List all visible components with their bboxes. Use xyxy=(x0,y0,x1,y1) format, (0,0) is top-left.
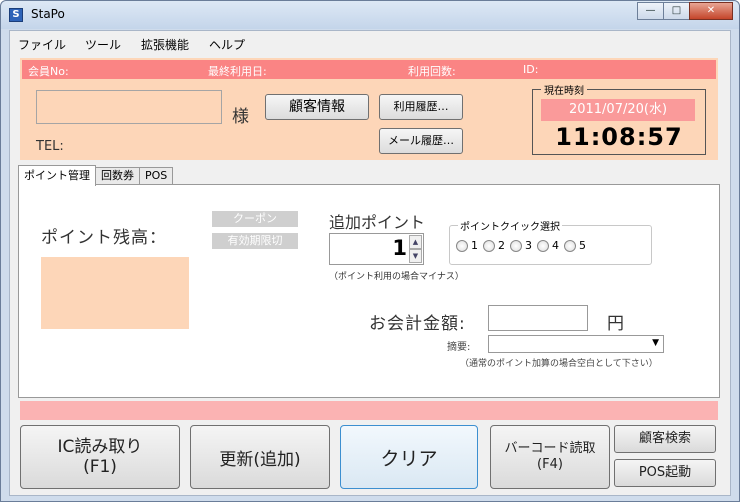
menu-tools[interactable]: ツール xyxy=(85,36,121,53)
stepper-up-icon[interactable]: ▲ xyxy=(409,235,422,249)
quick-select-options: 1 2 3 4 5 xyxy=(456,239,591,252)
quick-option-label: 3 xyxy=(525,239,532,252)
menu-extensions[interactable]: 拡張機能 xyxy=(141,36,189,53)
clear-button[interactable]: クリア xyxy=(340,425,478,489)
quick-option-label: 1 xyxy=(471,239,478,252)
customer-search-button[interactable]: 顧客検索 xyxy=(614,425,716,453)
mail-history-button[interactable]: メール履歴… xyxy=(379,128,463,154)
status-bar xyxy=(20,401,718,420)
usage-history-button[interactable]: 利用履歴… xyxy=(379,94,463,120)
barcode-read-label: バーコード読取 xyxy=(504,441,596,456)
id-label: ID: xyxy=(523,63,539,76)
update-button[interactable]: 更新(追加) xyxy=(190,425,330,489)
use-count-label: 利用回数: xyxy=(408,65,456,78)
add-points-value[interactable]: 1 xyxy=(392,236,407,260)
app-window: S StaPo — □ ✕ ファイル ツール 拡張機能 ヘルプ 会員No: 最終… xyxy=(0,0,740,502)
tab-pos[interactable]: POS xyxy=(139,167,174,185)
add-points-note: （ポイント利用の場合マイナス） xyxy=(329,272,464,282)
radio-icon[interactable] xyxy=(456,239,468,252)
memo-label: 摘要: xyxy=(447,342,471,353)
quick-option-4[interactable]: 4 xyxy=(537,239,559,252)
add-points-label: 追加ポイント xyxy=(329,213,426,232)
current-date: 2011/07/20(水) xyxy=(541,99,695,121)
radio-icon[interactable] xyxy=(537,239,549,252)
pos-launch-button[interactable]: POS起動 xyxy=(614,459,716,487)
last-used-label: 最終利用日: xyxy=(208,65,267,78)
amount-label: お会計金額: xyxy=(369,314,466,334)
memo-note: （通常のポイント加算の場合空白として下さい） xyxy=(460,359,658,369)
tab-coupon-book[interactable]: 回数券 xyxy=(95,167,140,185)
tel-label: TEL: xyxy=(36,139,64,154)
barcode-read-shortcut: (F4) xyxy=(537,457,563,472)
ic-read-label: IC読み取り xyxy=(57,437,143,457)
menu-help[interactable]: ヘルプ xyxy=(209,36,245,53)
quick-select-label: ポイントクイック選択 xyxy=(458,218,562,233)
maximize-icon[interactable]: □ xyxy=(663,2,690,20)
quick-option-label: 5 xyxy=(579,239,586,252)
point-balance-display xyxy=(41,257,189,329)
menu-bar: ファイル ツール 拡張機能 ヘルプ xyxy=(10,31,730,55)
barcode-read-button[interactable]: バーコード読取 (F4) xyxy=(490,425,610,489)
current-time-group: 現在時刻 2011/07/20(水) 11:08:57 xyxy=(532,82,706,155)
client-area: ファイル ツール 拡張機能 ヘルプ 会員No: 最終利用日: 利用回数: ID:… xyxy=(9,30,731,496)
point-management-page: ポイント残高： クーポン 有効期限切 追加ポイント 1 ▲ ▼ （ポイント利用の… xyxy=(18,184,720,398)
quick-option-2[interactable]: 2 xyxy=(483,239,505,252)
stapo-app-icon: S xyxy=(9,8,23,22)
close-icon[interactable]: ✕ xyxy=(689,2,733,20)
add-points-stepper[interactable]: 1 ▲ ▼ xyxy=(329,233,424,265)
expiry-badge: 有効期限切 xyxy=(212,233,298,249)
coupon-badge: クーポン xyxy=(212,211,298,227)
member-no-label: 会員No: xyxy=(28,65,69,78)
radio-icon[interactable] xyxy=(510,239,522,252)
stepper-down-icon[interactable]: ▼ xyxy=(409,249,422,263)
quick-option-label: 2 xyxy=(498,239,505,252)
ic-read-shortcut: (F1) xyxy=(83,457,117,477)
radio-icon[interactable] xyxy=(483,239,495,252)
title-bar[interactable]: S StaPo — □ ✕ xyxy=(1,1,739,29)
quick-option-5[interactable]: 5 xyxy=(564,239,586,252)
radio-icon[interactable] xyxy=(564,239,576,252)
tab-strip: ポイント管理 回数券 POS xyxy=(18,165,174,186)
customer-panel: 会員No: 最終利用日: 利用回数: ID: 様 TEL: 顧客情報 利用履歴…… xyxy=(20,58,718,160)
amount-input[interactable] xyxy=(488,305,588,331)
member-info-bar: 会員No: 最終利用日: 利用回数: ID: xyxy=(22,60,716,79)
minimize-icon[interactable]: — xyxy=(637,2,664,20)
window-controls: — □ ✕ xyxy=(637,2,733,20)
point-quick-select-group: ポイントクイック選択 1 2 3 4 5 xyxy=(449,218,652,265)
clear-label: クリア xyxy=(380,447,438,470)
current-time: 11:08:57 xyxy=(555,123,683,151)
customer-info-button[interactable]: 顧客情報 xyxy=(265,94,369,120)
quick-option-label: 4 xyxy=(552,239,559,252)
window-title: StaPo xyxy=(31,7,65,21)
memo-select[interactable]: ▼ xyxy=(488,335,664,353)
quick-option-3[interactable]: 3 xyxy=(510,239,532,252)
currency-label: 円 xyxy=(607,314,624,334)
honorific-label: 様 xyxy=(232,107,249,127)
current-time-label: 現在時刻 xyxy=(541,82,587,97)
point-balance-label: ポイント残高： xyxy=(41,228,167,248)
update-label: 更新(追加) xyxy=(219,449,301,470)
customer-name-field[interactable] xyxy=(36,90,222,124)
quick-option-1[interactable]: 1 xyxy=(456,239,478,252)
ic-read-button[interactable]: IC読み取り (F1) xyxy=(20,425,180,489)
menu-file[interactable]: ファイル xyxy=(18,36,66,53)
chevron-down-icon[interactable]: ▼ xyxy=(652,338,659,348)
tab-point-management[interactable]: ポイント管理 xyxy=(18,165,96,186)
